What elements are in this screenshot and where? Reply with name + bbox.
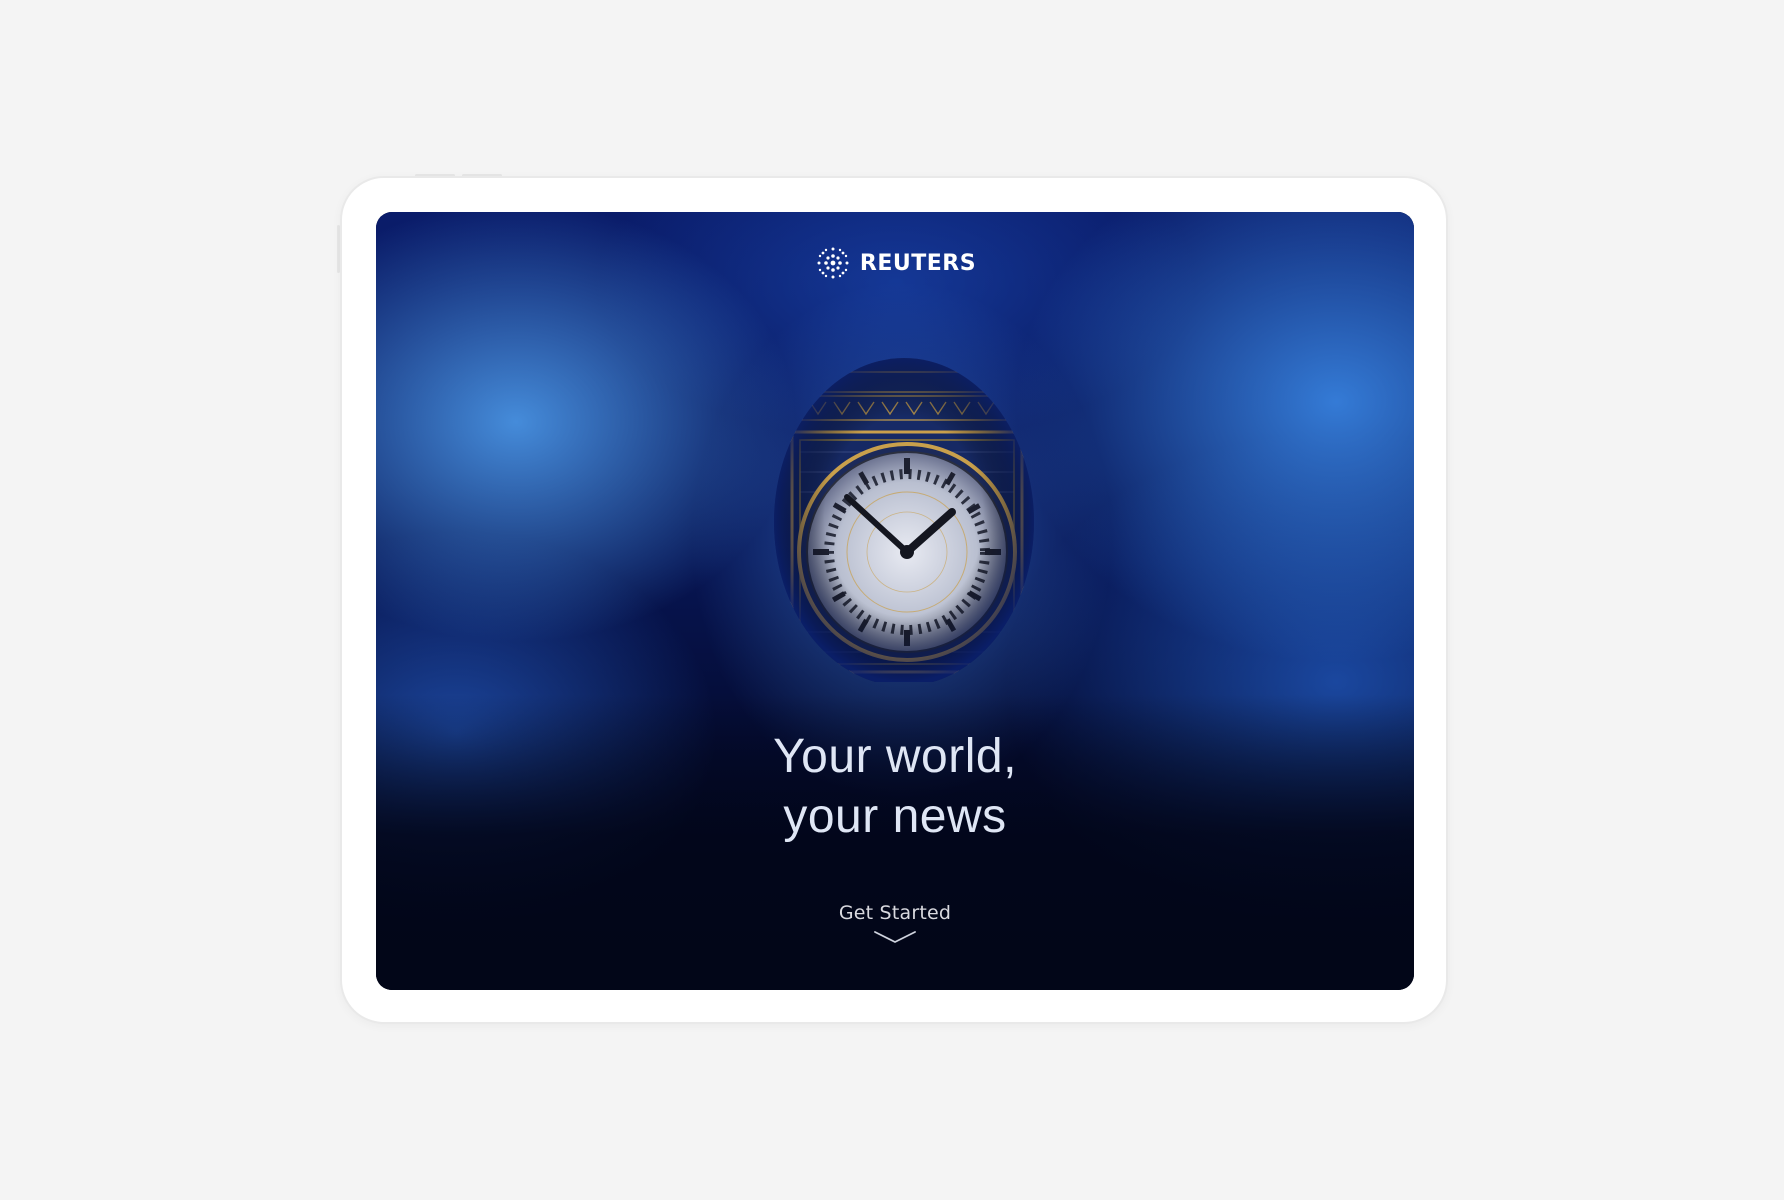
page-canvas: REUTERS Your world, your news Get Starte… xyxy=(0,0,1784,1200)
brand-name: REUTERS xyxy=(859,250,977,276)
headline-line-1: Your world, xyxy=(773,730,1017,783)
get-started-label: Get Started xyxy=(838,902,952,924)
chevron-down-icon xyxy=(874,931,916,943)
headline-line-2: your news xyxy=(783,790,1007,843)
hero-headline: Your world, your news xyxy=(376,727,1414,847)
reuters-dot-globe-icon xyxy=(817,247,849,279)
get-started-button[interactable]: Get Started xyxy=(376,902,1414,944)
tablet-frame: REUTERS Your world, your news Get Starte… xyxy=(340,176,1448,1024)
brand-logo: REUTERS xyxy=(376,244,1414,282)
app-screen: REUTERS Your world, your news Get Starte… xyxy=(376,212,1414,990)
background-bottom-fade xyxy=(376,212,1414,990)
